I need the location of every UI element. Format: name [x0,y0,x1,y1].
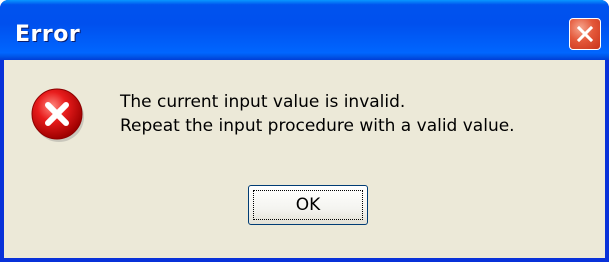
message-line-1: The current input value is invalid. [120,92,406,112]
dialog-body: The current input value is invalid. Repe… [4,60,605,258]
error-message: The current input value is invalid. Repe… [120,90,515,138]
close-icon [576,25,594,43]
close-button[interactable] [569,18,601,50]
window-title: Error [15,22,81,47]
error-icon [31,88,84,142]
error-dialog: Error The current input value is invalid… [0,0,609,262]
message-line-2: Repeat the input procedure with a valid … [120,116,515,136]
ok-button-label: OK [253,190,363,220]
title-bar[interactable]: Error [0,0,609,60]
ok-button[interactable]: OK [248,185,368,225]
